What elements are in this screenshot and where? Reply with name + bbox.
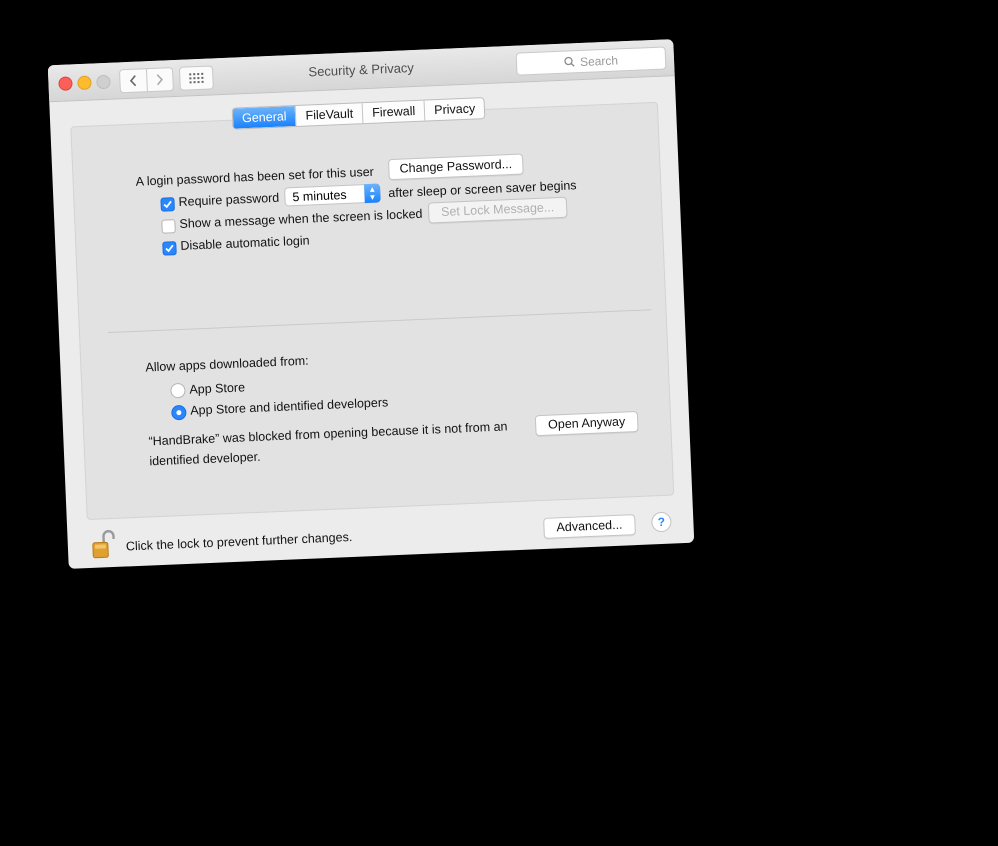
disable-auto-login-label: Disable automatic login: [180, 233, 310, 253]
search-icon: [564, 56, 575, 67]
backdrop: Security & Privacy Search General FileVa…: [0, 0, 998, 846]
preferences-window: Security & Privacy Search General FileVa…: [47, 39, 695, 569]
title-bar: Security & Privacy Search: [47, 39, 675, 103]
unlocked-padlock-icon: [92, 530, 115, 559]
lock-button[interactable]: [91, 529, 116, 560]
tab-general[interactable]: General: [232, 106, 296, 129]
help-button[interactable]: ?: [650, 511, 672, 533]
blocked-message-line1: “HandBrake” was blocked from opening bec…: [148, 419, 508, 449]
tab-firewall[interactable]: Firewall: [361, 100, 425, 124]
require-password-checkbox[interactable]: [160, 197, 175, 212]
section-divider: [107, 309, 652, 334]
set-lock-message-button[interactable]: Set Lock Message...: [427, 196, 568, 224]
disable-auto-login-checkbox[interactable]: [162, 241, 177, 256]
lock-message: Click the lock to prevent further change…: [125, 529, 353, 554]
radio-identified-developers-label: App Store and identified developers: [190, 395, 389, 418]
search-placeholder: Search: [579, 52, 619, 69]
stepper-arrows-icon: ▲ ▼: [363, 183, 381, 204]
checkmark-icon: [163, 200, 172, 209]
require-password-delay-select[interactable]: 5 minutes ▲ ▼: [284, 183, 381, 207]
radio-app-store-label: App Store: [189, 380, 246, 397]
blocked-message-line2: identified developer.: [149, 449, 261, 469]
general-panel: A login password has been set for this u…: [70, 101, 675, 521]
tab-privacy[interactable]: Privacy: [423, 98, 485, 121]
tab-filevault[interactable]: FileVault: [295, 103, 363, 126]
radio-identified-developers[interactable]: [171, 404, 187, 421]
show-message-checkbox[interactable]: [161, 219, 176, 234]
require-password-label: Require password: [178, 190, 280, 209]
allow-apps-heading: Allow apps downloaded from:: [145, 353, 309, 375]
radio-app-store[interactable]: [170, 382, 186, 399]
delay-value: 5 minutes: [292, 187, 347, 205]
change-password-button[interactable]: Change Password...: [387, 153, 524, 181]
advanced-button[interactable]: Advanced...: [543, 514, 636, 539]
show-message-label: Show a message when the screen is locked: [179, 206, 423, 231]
open-anyway-button[interactable]: Open Anyway: [534, 410, 639, 437]
checkmark-icon: [165, 244, 174, 253]
search-field[interactable]: Search: [515, 46, 667, 76]
